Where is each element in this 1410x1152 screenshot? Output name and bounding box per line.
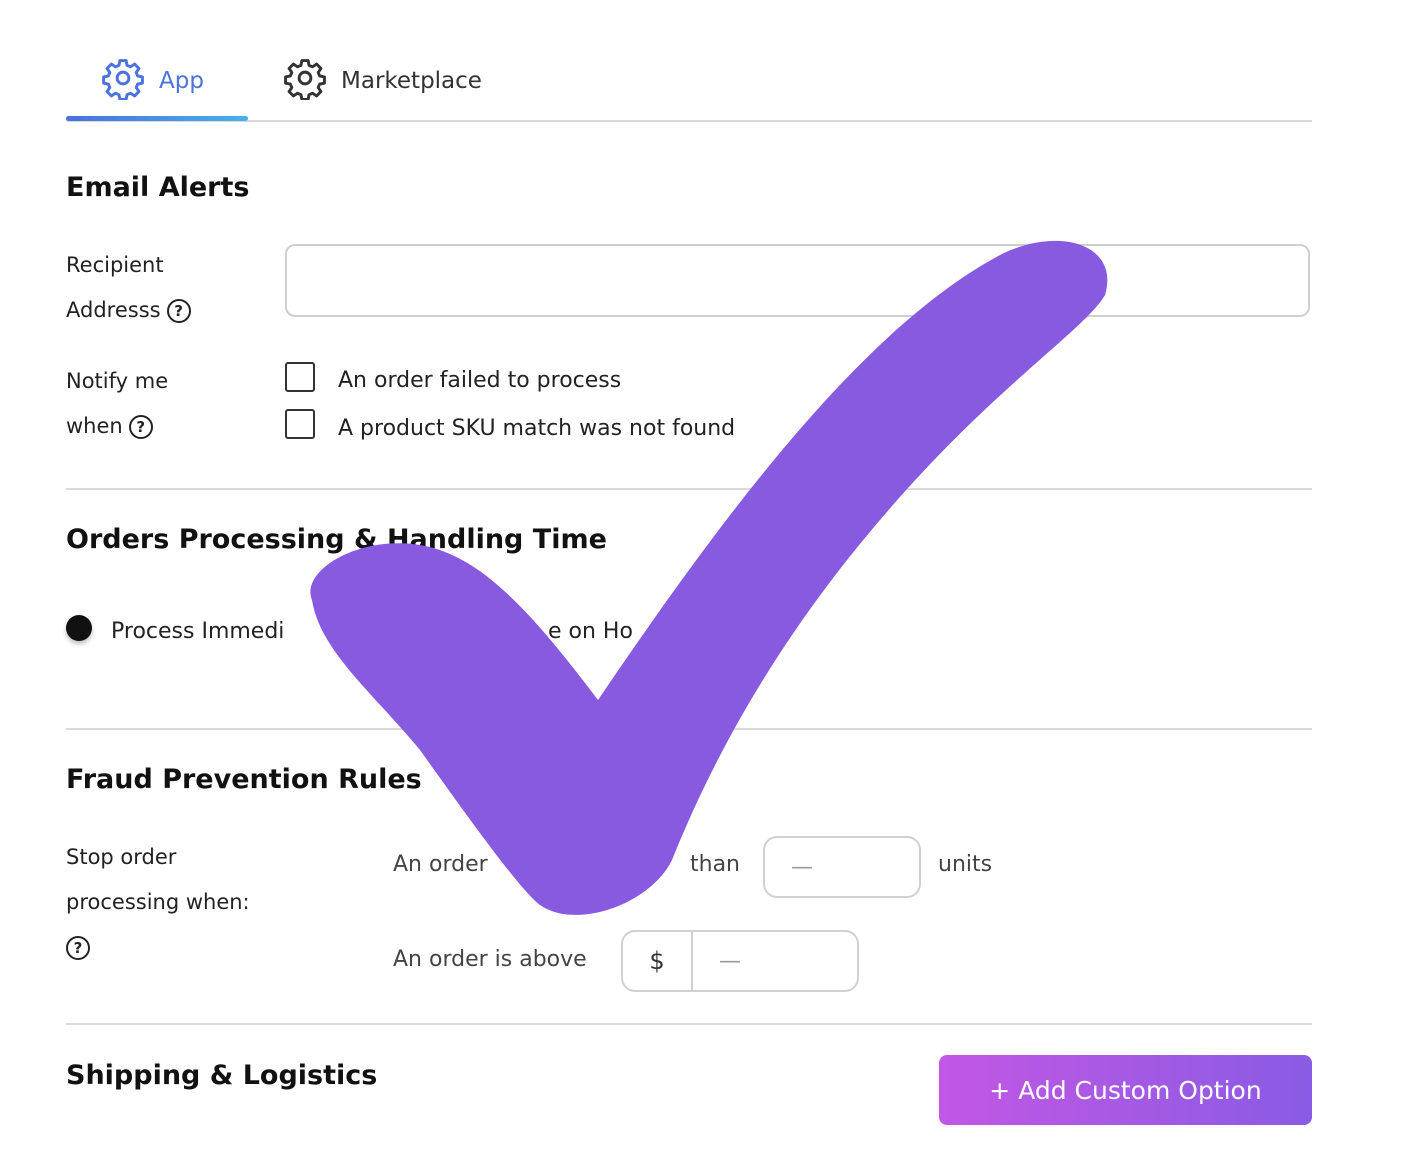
recipient-label: Recipient Addresss?	[66, 243, 191, 333]
rule-units-suffix: than	[690, 852, 740, 877]
section-divider	[66, 728, 1312, 730]
section-divider	[66, 1023, 1312, 1025]
notify-label: Notify me when?	[66, 369, 169, 439]
tab-bar-divider	[66, 120, 1312, 122]
radio-hold-label: e on Ho	[548, 619, 633, 644]
checkbox-sku-not-found[interactable]	[285, 409, 315, 439]
radio-process-immediately[interactable]	[66, 615, 92, 641]
section-divider	[66, 488, 1312, 490]
recipient-address-input[interactable]	[285, 244, 1310, 317]
orders-processing-title: Orders Processing & Handling Time	[66, 524, 607, 555]
shipping-logistics-title: Shipping & Logistics	[66, 1060, 378, 1091]
checkbox-order-failed[interactable]	[285, 362, 315, 392]
help-icon[interactable]: ?	[166, 299, 191, 323]
checkbox-order-failed-label: An order failed to process	[338, 368, 622, 393]
fraud-prevention-title: Fraud Prevention Rules	[66, 764, 422, 795]
units-input[interactable]: —	[763, 836, 921, 898]
rule-amount-label: An order is above	[393, 947, 587, 972]
dollar-sign-prefix: $	[623, 932, 693, 990]
radio-process-immediately-label: Process Immedi	[111, 619, 285, 644]
stop-order-label: Stop order processing when: ?	[66, 835, 250, 970]
gear-icon	[283, 56, 327, 106]
tab-marketplace[interactable]: Marketplace	[283, 58, 482, 104]
email-alerts-title: Email Alerts	[66, 172, 250, 203]
tab-app-label: App	[159, 68, 204, 94]
help-icon[interactable]: ?	[66, 936, 90, 960]
rule-units-prefix: An order	[393, 852, 488, 877]
active-tab-indicator	[66, 116, 248, 121]
help-icon[interactable]: ?	[128, 415, 153, 439]
checkbox-sku-not-found-label: A product SKU match was not found	[338, 416, 736, 441]
amount-input[interactable]: $ —	[621, 930, 859, 992]
units-label: units	[938, 852, 993, 877]
gear-icon	[101, 56, 145, 106]
tab-app[interactable]: App	[101, 58, 204, 104]
add-custom-option-button[interactable]: + Add Custom Option	[939, 1055, 1312, 1125]
tab-marketplace-label: Marketplace	[341, 68, 482, 94]
